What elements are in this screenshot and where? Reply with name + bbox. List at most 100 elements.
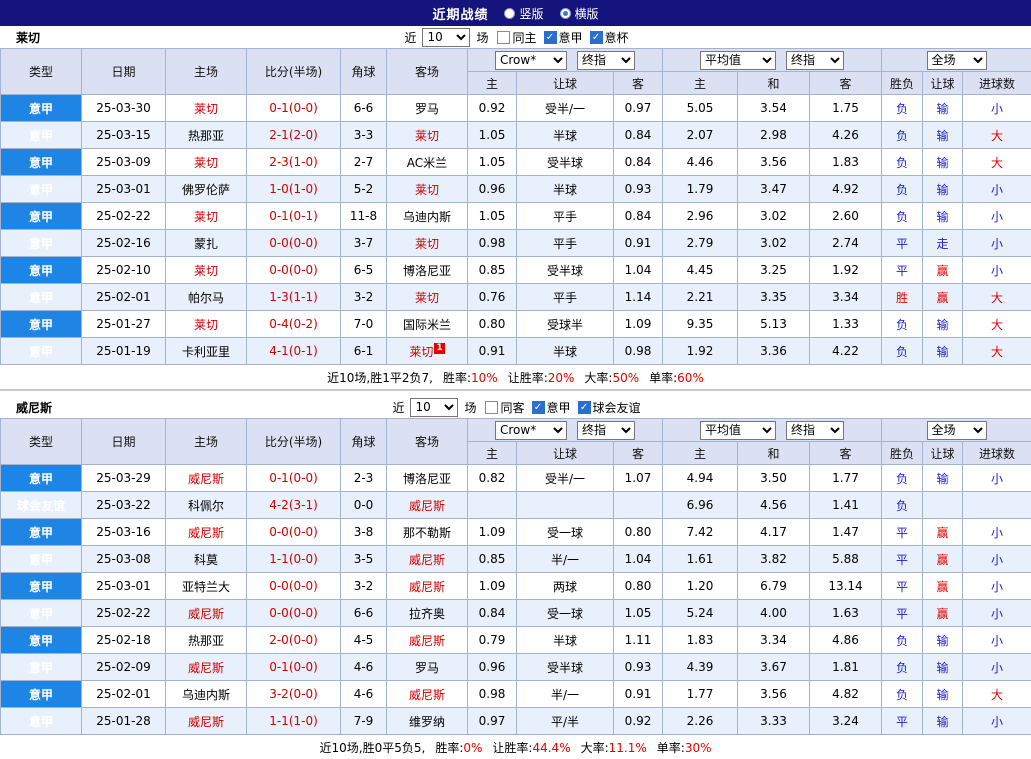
away-team: 博洛尼亚 <box>387 257 468 284</box>
checkbox-label: 意甲 <box>547 399 571 416</box>
handicap-result: 输 <box>923 681 963 708</box>
club-friendly-checkbox[interactable] <box>578 401 591 414</box>
match-date: 25-03-09 <box>82 149 166 176</box>
corners: 4-6 <box>341 681 387 708</box>
corners: 7-9 <box>341 708 387 735</box>
full-time-result: 负 <box>882 203 923 230</box>
filter-same-venue[interactable]: 同主 <box>497 29 536 46</box>
corners: 4-5 <box>341 627 387 654</box>
bookmaker-select[interactable]: Crow* <box>495 421 567 440</box>
scope-select[interactable]: 全场 <box>927 51 987 70</box>
euro-home-odds: 2.96 <box>663 203 738 230</box>
away-team: AC米兰 <box>387 149 468 176</box>
same-home-checkbox[interactable] <box>497 31 510 44</box>
goals-result: 大 <box>963 149 1031 176</box>
euro-home-odds: 4.46 <box>663 149 738 176</box>
handicap: 受半球 <box>517 654 614 681</box>
asian-home-odds: 0.91 <box>468 338 517 365</box>
home-team: 莱切 <box>166 257 247 284</box>
layout-option-vertical[interactable]: 竖版 <box>504 5 543 22</box>
euro-draw-odds: 3.36 <box>738 338 810 365</box>
euro-home-odds: 2.26 <box>663 708 738 735</box>
away-team: 国际米兰 <box>387 311 468 338</box>
match-date: 25-03-01 <box>82 176 166 203</box>
match-count-select[interactable]: 10 <box>422 28 470 47</box>
handicap: 受一球 <box>517 600 614 627</box>
euro-source-select[interactable]: 平均值 <box>700 421 776 440</box>
full-time-result: 平 <box>882 230 923 257</box>
euro-draw-odds: 3.02 <box>738 203 810 230</box>
match-count-select[interactable]: 10 <box>410 398 458 417</box>
asian-stage-select[interactable]: 终指 <box>577 421 635 440</box>
away-team: 罗马 <box>387 95 468 122</box>
coppa-italia-checkbox[interactable] <box>590 31 603 44</box>
asian-home-odds: 1.05 <box>468 203 517 230</box>
same-away-checkbox[interactable] <box>485 401 498 414</box>
handicap-result: 赢 <box>923 284 963 311</box>
euro-draw-odds: 3.25 <box>738 257 810 284</box>
result-group-header: 全场 <box>882 49 1031 72</box>
score: 1-1(1-0) <box>247 708 341 735</box>
filter-serie-a[interactable]: 意甲 <box>532 399 571 416</box>
filter-matches-label: 场 <box>464 399 476 416</box>
score: 4-2(3-1) <box>247 492 341 519</box>
full-time-result: 负 <box>882 627 923 654</box>
bookmaker-select[interactable]: Crow* <box>495 51 567 70</box>
score: 0-1(0-0) <box>247 654 341 681</box>
asian-away-odds <box>614 492 663 519</box>
asian-home-odds: 0.92 <box>468 95 517 122</box>
handicap-result: 输 <box>923 122 963 149</box>
handicap-header: 让球 <box>517 442 614 465</box>
col-header-away: 客场 <box>387 49 468 95</box>
horizontal-layout-label: 横版 <box>575 5 599 22</box>
goals-result: 小 <box>963 95 1031 122</box>
euro-draw-odds: 3.82 <box>738 546 810 573</box>
euro-odds-group-header: 平均值 终指 <box>663 419 882 442</box>
away-team: 莱切 <box>387 230 468 257</box>
handicap: 受半球 <box>517 149 614 176</box>
euro-source-select[interactable]: 平均值 <box>700 51 776 70</box>
goals-header: 进球数 <box>963 72 1031 95</box>
euro-stage-select[interactable]: 终指 <box>786 51 844 70</box>
match-row: 意甲25-02-10莱切0-0(0-0)6-5博洛尼亚0.85受半球1.044.… <box>1 257 1031 284</box>
full-time-result: 负 <box>882 465 923 492</box>
vertical-layout-radio[interactable] <box>504 8 515 19</box>
asian-away-odds: 1.09 <box>614 311 663 338</box>
asian-home-odds: 0.96 <box>468 654 517 681</box>
corners: 6-6 <box>341 95 387 122</box>
euro-away-odds: 1.63 <box>810 600 882 627</box>
team-section-header: 莱切 近 10 场 同主 意甲 意杯 <box>0 26 1031 48</box>
euro-home-odds: 9.35 <box>663 311 738 338</box>
match-row: 意甲25-03-09莱切2-3(1-0)2-7AC米兰1.05受半球0.844.… <box>1 149 1031 176</box>
corners: 3-2 <box>341 284 387 311</box>
team-section-header: 威尼斯 近 10 场 同客 意甲 球会友谊 <box>0 396 1031 418</box>
euro-draw-odds: 3.34 <box>738 627 810 654</box>
euro-home-odds: 4.94 <box>663 465 738 492</box>
euro-stage-select[interactable]: 终指 <box>786 421 844 440</box>
col-header-corners: 角球 <box>341 49 387 95</box>
home-team: 科莫 <box>166 546 247 573</box>
horizontal-layout-radio[interactable] <box>560 8 571 19</box>
filter-same-venue[interactable]: 同客 <box>485 399 524 416</box>
serie-a-checkbox[interactable] <box>544 31 557 44</box>
home-team: 卡利亚里 <box>166 338 247 365</box>
scope-select[interactable]: 全场 <box>927 421 987 440</box>
filter-coppa-italia[interactable]: 意杯 <box>590 29 629 46</box>
asian-stage-select[interactable]: 终指 <box>577 51 635 70</box>
asian-home-odds: 0.76 <box>468 284 517 311</box>
col-header-score: 比分(半场) <box>247 49 341 95</box>
league-badge: 意甲 <box>1 149 82 176</box>
filter-club-friendly[interactable]: 球会友谊 <box>578 399 641 416</box>
vertical-layout-label: 竖版 <box>519 5 543 22</box>
corners: 6-1 <box>341 338 387 365</box>
filter-matches-label: 场 <box>476 29 488 46</box>
serie-a-checkbox[interactable] <box>532 401 545 414</box>
handicap-result: 输 <box>923 654 963 681</box>
stat-label: 单率: <box>657 741 685 755</box>
match-row: 意甲25-03-01佛罗伦萨1-0(1-0)5-2莱切0.96半球0.931.7… <box>1 176 1031 203</box>
asian-home-odds: 0.79 <box>468 627 517 654</box>
away-team: 莱切 <box>387 122 468 149</box>
handicap: 半/一 <box>517 681 614 708</box>
filter-serie-a[interactable]: 意甲 <box>544 29 583 46</box>
layout-option-horizontal[interactable]: 横版 <box>560 5 599 22</box>
